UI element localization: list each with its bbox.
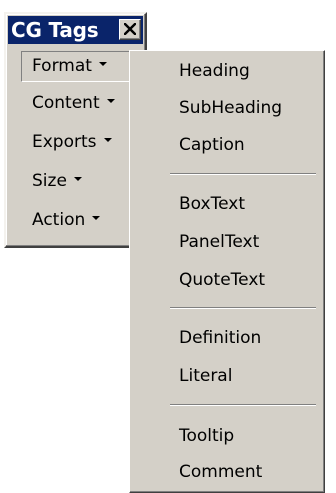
dropdown-arrow-icon [106,99,115,103]
toolbar-item-label: Action [32,210,86,230]
dropdown-arrow-icon [103,138,112,142]
menu-item-boxtext[interactable]: BoxText [179,189,245,219]
toolbar-item-action[interactable]: Action [21,206,101,237]
menu-item-comment[interactable]: Comment [179,457,262,487]
format-dropdown-menu: Heading SubHeading Caption BoxText Panel… [129,50,325,493]
stage: CG Tags Format Content Exports Size Acti… [0,0,336,493]
menu-item-heading[interactable]: Heading [179,56,250,86]
toolbar-item-label: Exports [32,132,97,152]
menu-separator [170,173,316,175]
cg-tags-toolbar-window: CG Tags Format Content Exports Size Acti… [4,12,147,248]
title-bar[interactable]: CG Tags [8,16,143,44]
menu-item-tooltip[interactable]: Tooltip [179,421,234,451]
close-icon [124,23,136,35]
toolbar-item-label: Content [32,93,100,113]
toolbar-item-label: Format [32,56,92,76]
toolbar-item-content[interactable]: Content [21,89,115,120]
window-title: CG Tags [11,18,99,42]
toolbar-item-format[interactable]: Format [21,51,135,82]
dropdown-arrow-icon [98,62,107,66]
menu-separator [170,404,316,406]
dropdown-arrow-icon [73,177,82,181]
menu-item-definition[interactable]: Definition [179,323,261,353]
menu-separator [170,307,316,309]
toolbar-item-exports[interactable]: Exports [21,128,112,159]
menu-item-literal[interactable]: Literal [179,361,232,391]
menu-item-caption[interactable]: Caption [179,130,245,160]
menu-item-quotetext[interactable]: QuoteText [179,265,265,295]
menu-item-paneltext[interactable]: PanelText [179,227,259,257]
dropdown-arrow-icon [92,216,101,220]
close-button[interactable] [119,19,141,40]
toolbar-item-label: Size [32,171,67,191]
menu-item-subheading[interactable]: SubHeading [179,93,282,123]
toolbar-item-size[interactable]: Size [21,167,82,198]
